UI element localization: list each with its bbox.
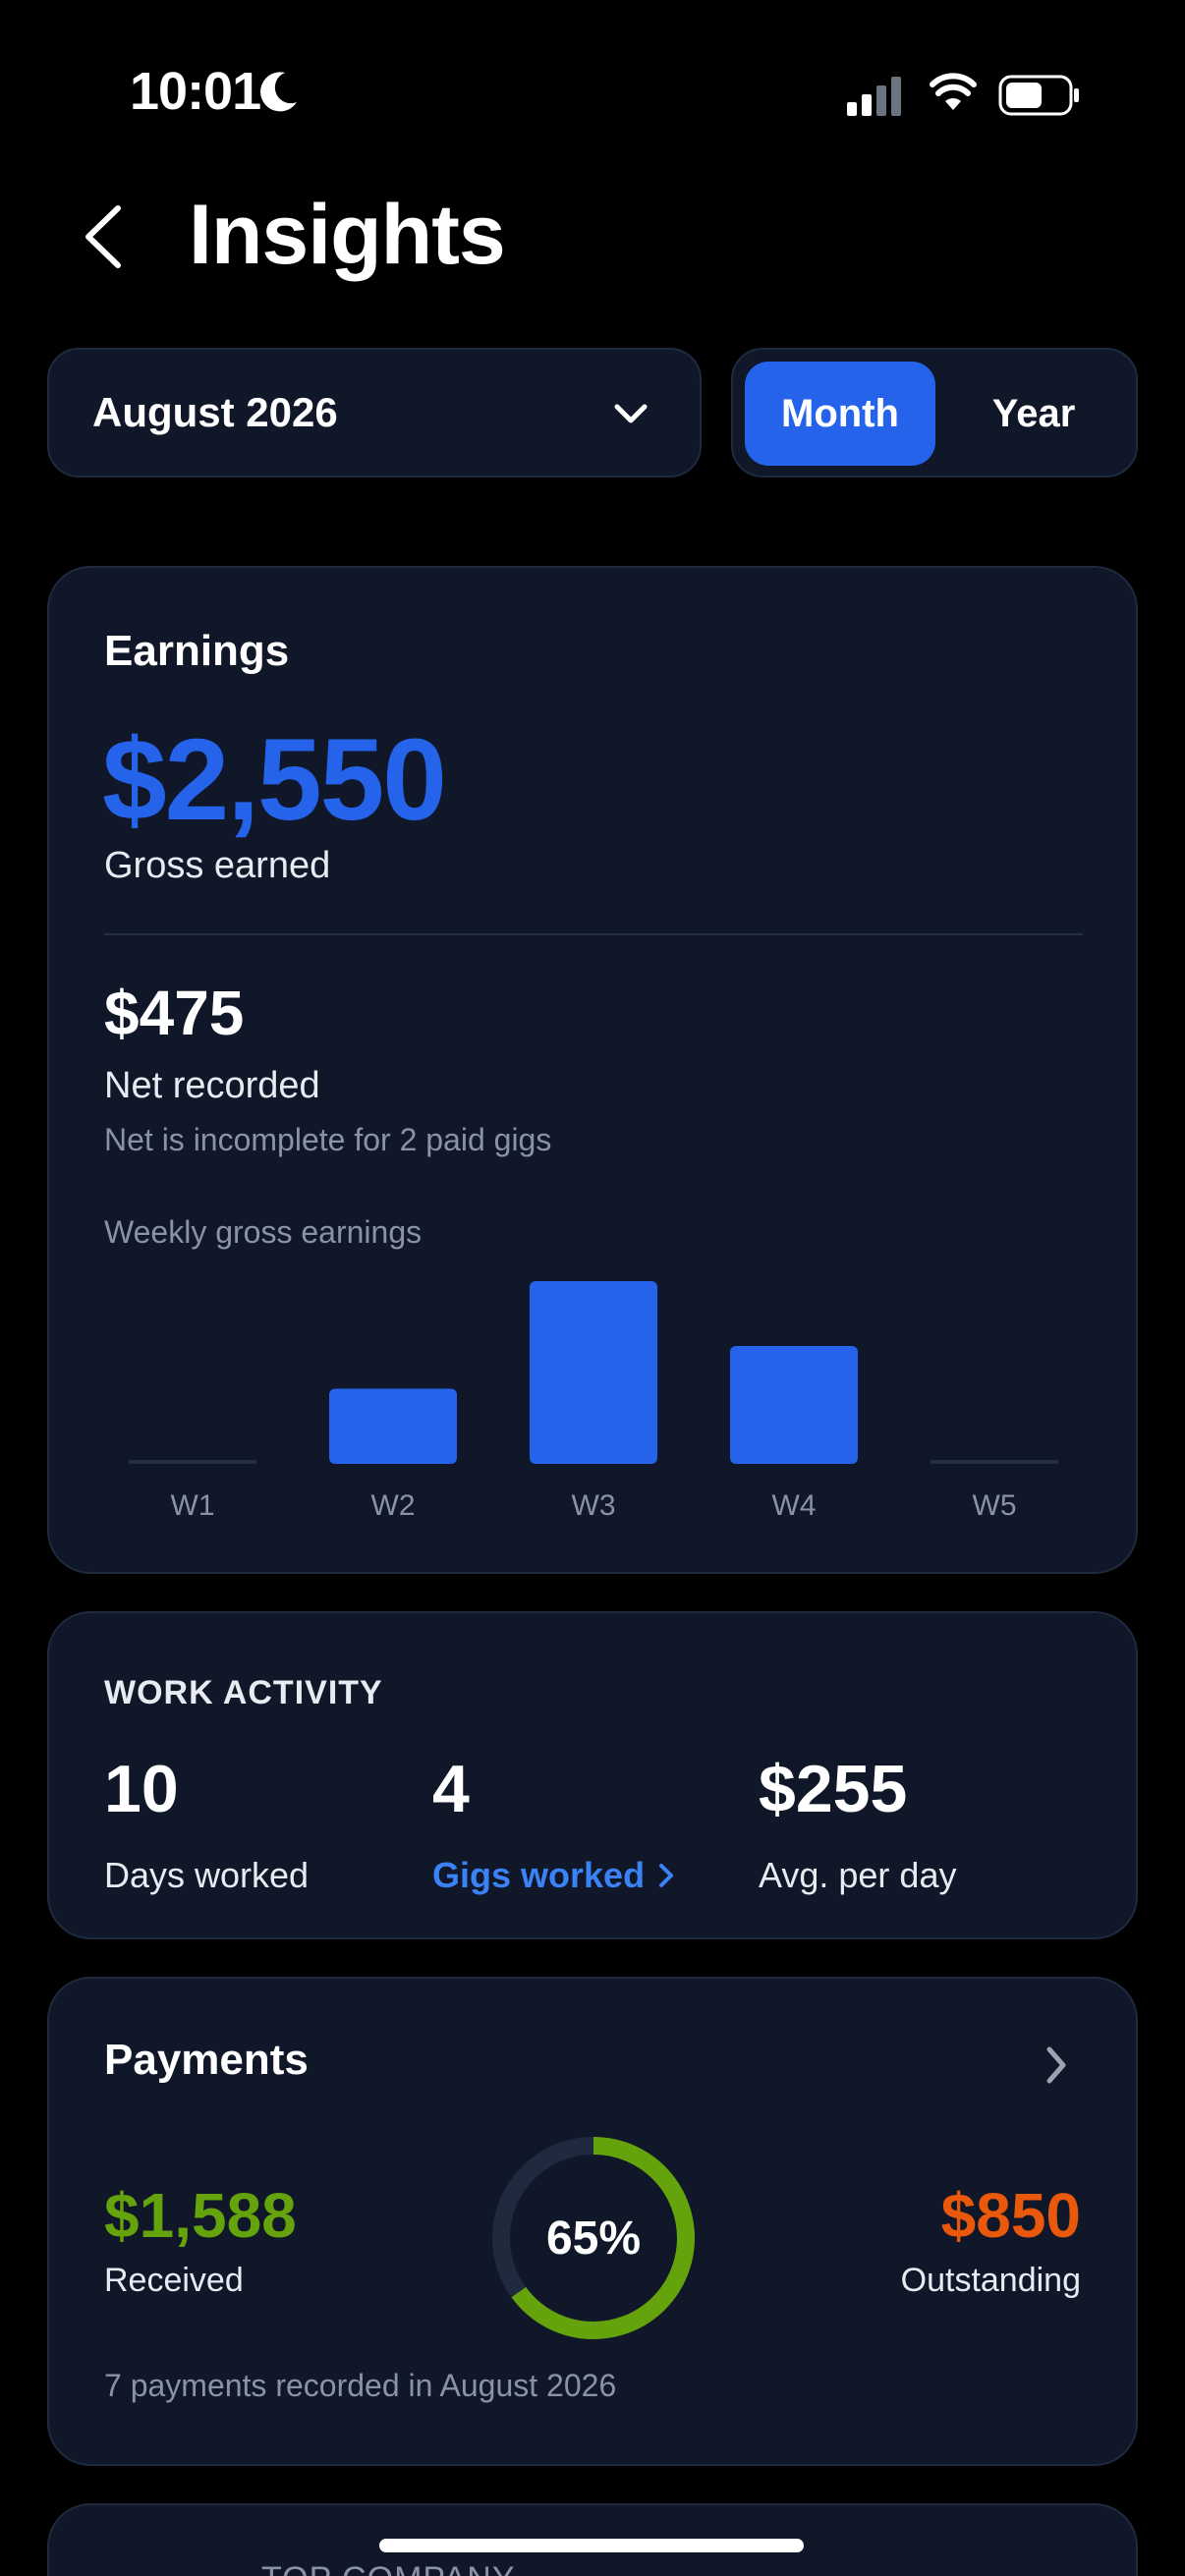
back-arrow-icon[interactable] bbox=[77, 202, 136, 271]
page-title: Insights bbox=[189, 188, 506, 282]
bar-w2 bbox=[329, 1388, 457, 1464]
x-tick-label: W3 bbox=[572, 1489, 616, 1522]
top-company-title: TOP COMPANY bbox=[261, 2560, 516, 2576]
year-toggle-button[interactable]: Year bbox=[941, 362, 1126, 466]
bar-w1 bbox=[129, 1460, 256, 1464]
gigs-worked-value: 4 bbox=[432, 1752, 470, 1826]
status-bar: 10:01 bbox=[0, 0, 1185, 187]
bar-w5 bbox=[931, 1460, 1058, 1464]
cellular-signal-icon bbox=[847, 77, 901, 116]
payment-percent: 65% bbox=[545, 2212, 642, 2265]
received-amount: $1,588 bbox=[104, 2180, 297, 2251]
status-time: 10:01 bbox=[130, 62, 261, 121]
days-worked-value: 10 bbox=[104, 1752, 179, 1826]
month-toggle-button[interactable]: Month bbox=[745, 362, 935, 466]
chevron-down-icon bbox=[614, 404, 648, 423]
selected-month: August 2026 bbox=[92, 389, 338, 435]
outstanding-label: Outstanding bbox=[900, 2262, 1081, 2299]
period-toggle: Month Year bbox=[731, 348, 1138, 477]
x-tick-label: W4 bbox=[772, 1489, 817, 1522]
received-label: Received bbox=[104, 2262, 244, 2299]
gigs-worked-link[interactable]: Gigs worked bbox=[432, 1855, 676, 1896]
bar-w3 bbox=[530, 1281, 657, 1464]
moon-icon bbox=[260, 72, 297, 112]
chevron-right-icon bbox=[659, 1864, 674, 1887]
home-indicator bbox=[379, 2539, 804, 2552]
gigs-worked-label: Gigs worked bbox=[432, 1855, 646, 1895]
avg-per-day-value: $255 bbox=[759, 1752, 908, 1826]
work-activity-title: WORK ACTIVITY bbox=[104, 1674, 383, 1711]
x-tick-label: W2 bbox=[371, 1489, 416, 1522]
battery-icon bbox=[998, 75, 1079, 116]
avg-per-day-label: Avg. per day bbox=[759, 1855, 957, 1895]
payments-card[interactable]: Payments $1,588 Received 65% $850 Outsta… bbox=[47, 1977, 1138, 2466]
payments-note: 7 payments recorded in August 2026 bbox=[104, 2368, 617, 2403]
wifi-icon bbox=[930, 73, 977, 110]
x-tick-label: W5 bbox=[973, 1489, 1017, 1522]
days-worked-label: Days worked bbox=[104, 1855, 310, 1895]
month-dropdown[interactable]: August 2026 bbox=[47, 348, 702, 477]
weekly-earnings-chart: W1 W2 W3 W4 W5 bbox=[129, 1281, 1058, 1522]
x-tick-label: W1 bbox=[171, 1489, 215, 1522]
outstanding-amount: $850 bbox=[940, 2180, 1081, 2251]
chevron-right-icon[interactable] bbox=[1042, 2044, 1071, 2087]
work-activity-card: WORK ACTIVITY 10 Days worked 4 Gigs work… bbox=[47, 1611, 1138, 1939]
bar-w4 bbox=[730, 1346, 858, 1464]
payments-title: Payments bbox=[104, 2036, 309, 2084]
earnings-card: Earnings $2,550 Gross earned $475 Net re… bbox=[47, 566, 1138, 1574]
